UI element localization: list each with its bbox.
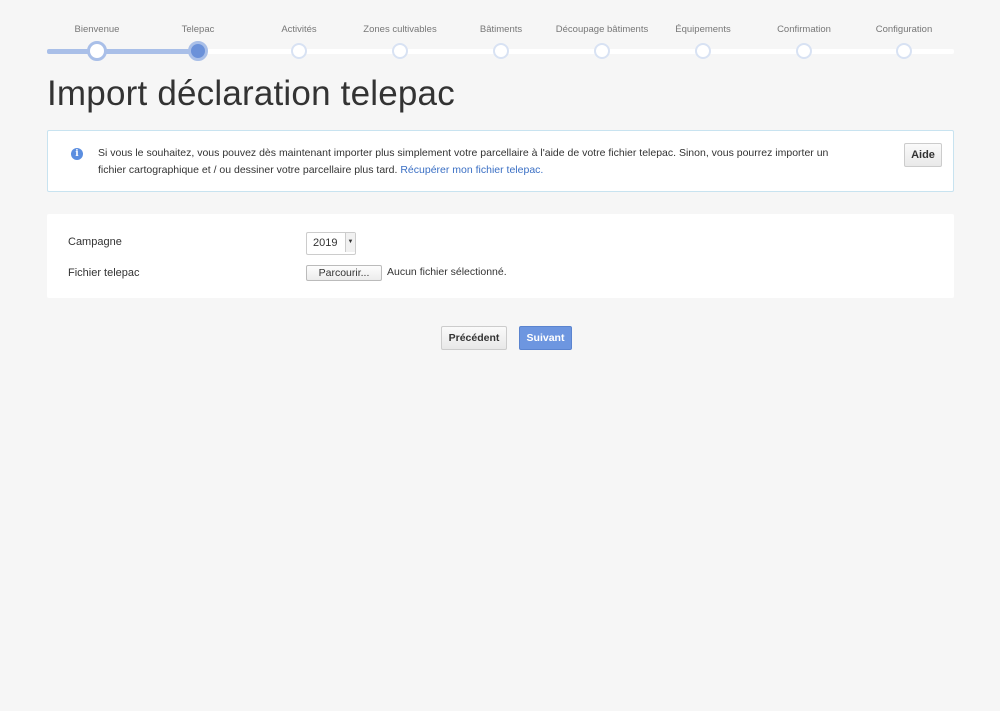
wizard-stepper: Bienvenue Telepac Activités Zones cultiv… [47, 22, 954, 62]
step-dot [291, 43, 307, 59]
campaign-label: Campagne [68, 236, 122, 248]
step-dot [796, 43, 812, 59]
info-message: Si vous le souhaitez, vous pouvez dès ma… [98, 145, 838, 179]
step-dot [188, 41, 208, 61]
file-label: Fichier telepac [68, 267, 140, 279]
browse-button[interactable]: Parcourir... [306, 265, 382, 281]
file-status: Aucun fichier sélectionné. [387, 266, 507, 278]
step-dot [493, 43, 509, 59]
step-dot [594, 43, 610, 59]
campaign-select-value: 2019 [313, 237, 338, 249]
step-dot [392, 43, 408, 59]
campaign-select[interactable]: 2019 ▼ [306, 232, 356, 255]
step-dot [896, 43, 912, 59]
chevron-down-icon: ▼ [345, 233, 355, 252]
info-alert: i Si vous le souhaitez, vous pouvez dès … [47, 130, 954, 192]
import-form: Campagne 2019 ▼ Fichier telepac Parcouri… [47, 214, 954, 298]
telepac-file-link[interactable]: Récupérer mon fichier telepac. [400, 164, 543, 176]
next-button[interactable]: Suivant [519, 326, 572, 350]
step-configuration[interactable]: Configuration [844, 22, 964, 59]
info-icon: i [71, 148, 83, 160]
help-button[interactable]: Aide [904, 143, 942, 167]
step-label: Configuration [875, 24, 933, 35]
stepper-progress [47, 49, 198, 54]
step-dot [87, 41, 107, 61]
step-dot [695, 43, 711, 59]
page-title: Import déclaration telepac [47, 74, 455, 113]
previous-button[interactable]: Précédent [441, 326, 507, 350]
